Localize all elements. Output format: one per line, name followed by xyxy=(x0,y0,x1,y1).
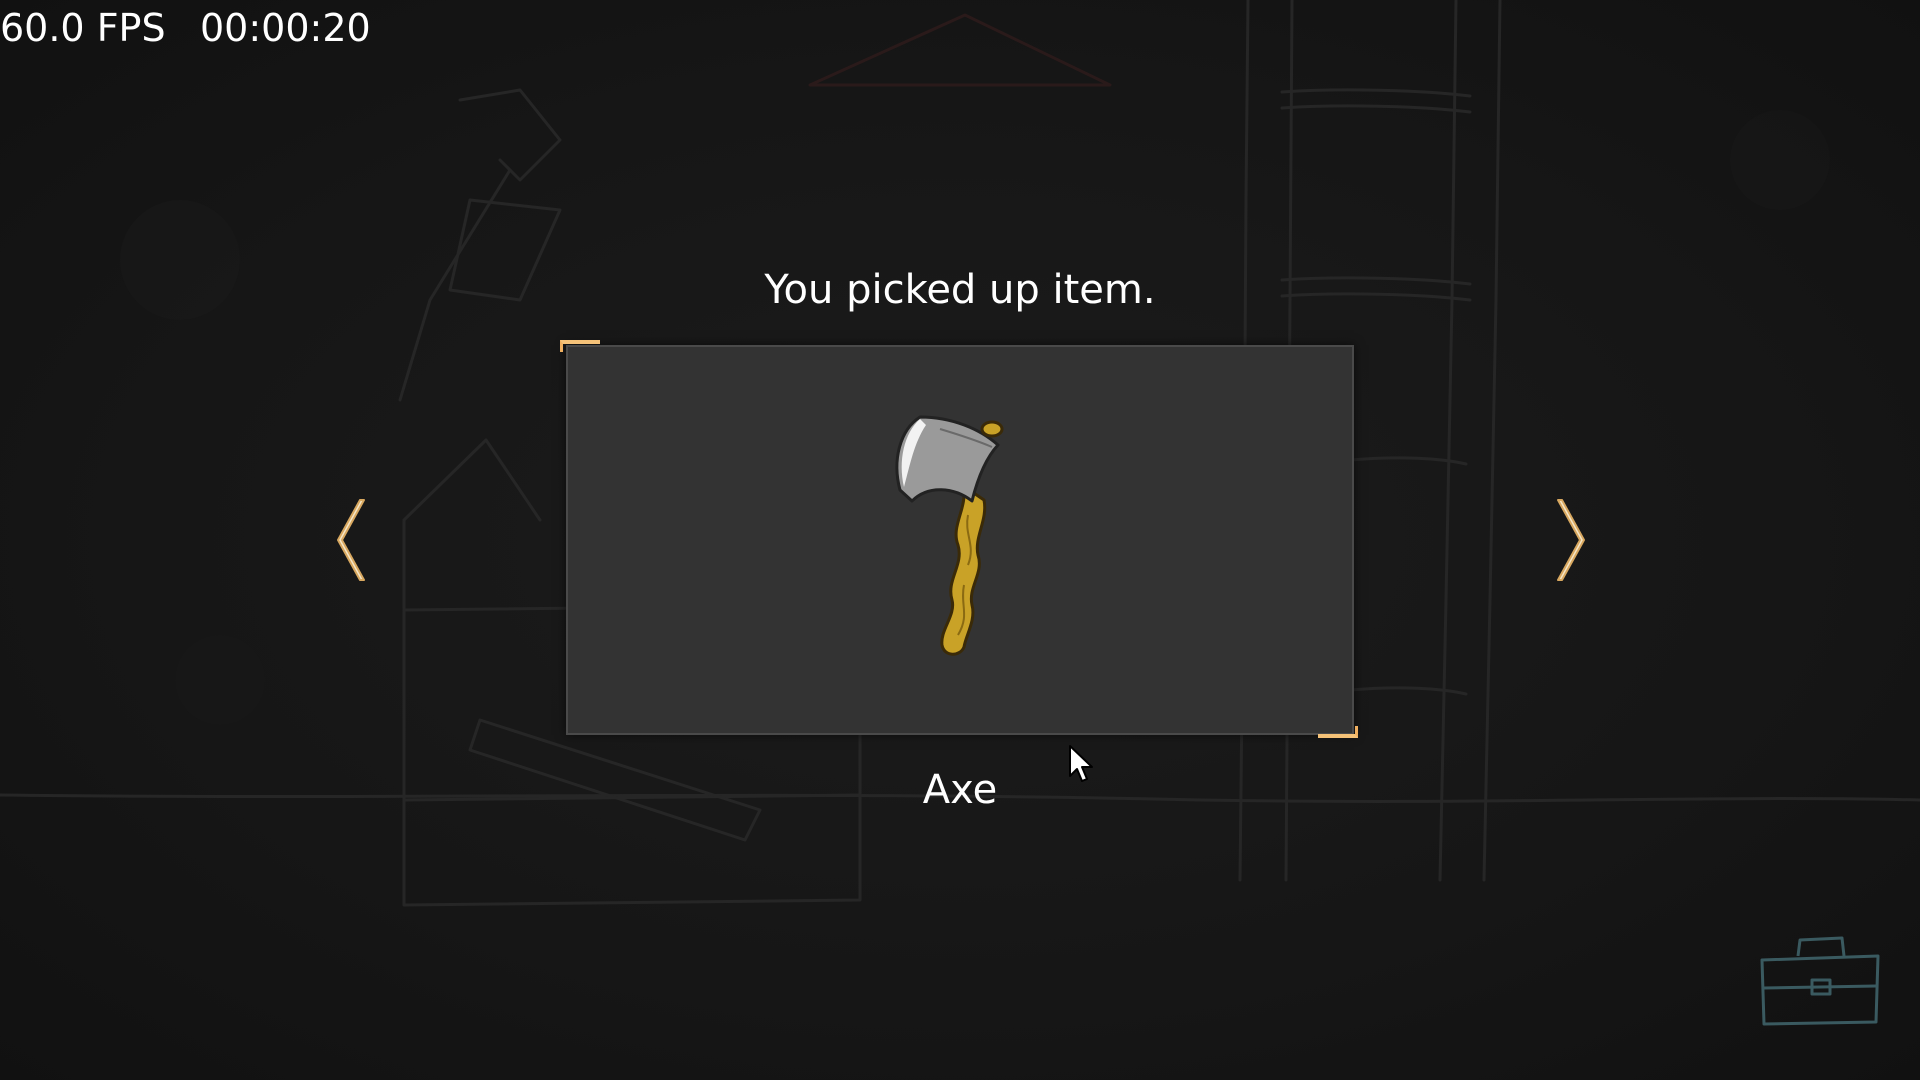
item-name: Axe xyxy=(922,767,998,813)
lamp-shape xyxy=(808,13,1112,87)
elapsed-timer: 00:00:20 xyxy=(200,6,371,50)
frame-corner-bottom-right xyxy=(1318,726,1358,738)
mouse-cursor xyxy=(1069,745,1093,782)
pickup-message: You picked up item. xyxy=(764,267,1156,313)
fps-counter: 60.0 FPS xyxy=(0,6,166,50)
chevron-right-icon[interactable] xyxy=(1548,496,1588,584)
chevron-left-icon[interactable] xyxy=(334,496,374,584)
game-screen: 60.0 FPS 00:00:20 You picked up item. Ax… xyxy=(0,0,1920,1080)
frame-corner-top-left xyxy=(560,340,600,352)
briefcase-icon[interactable] xyxy=(1758,930,1884,1030)
axe-icon xyxy=(895,415,1004,656)
